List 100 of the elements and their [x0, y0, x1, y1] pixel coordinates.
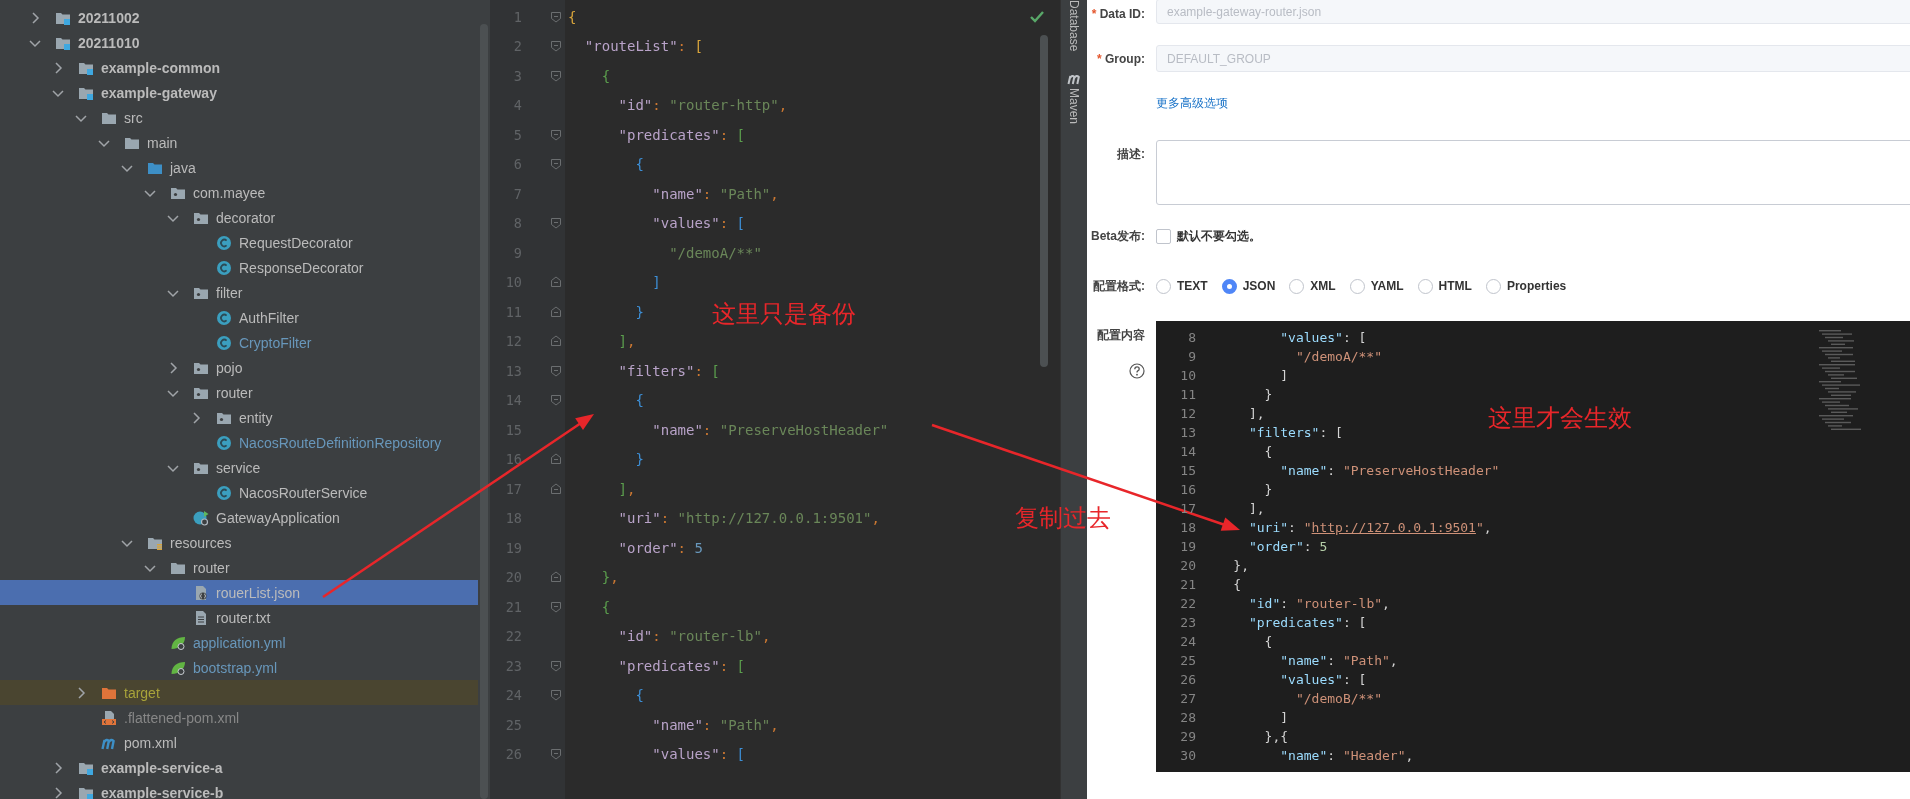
line-number: 21 [1179, 577, 1196, 592]
fold-marker-icon[interactable] [550, 276, 562, 289]
radio-button[interactable]: TEXT [1156, 278, 1208, 294]
tree-item[interactable]: bootstrap.yml [0, 655, 478, 680]
fold-marker-icon[interactable] [550, 453, 562, 466]
line-number: 25 [1179, 653, 1196, 668]
tool-window-tab[interactable]: Maven [1067, 71, 1081, 125]
line-number: 30 [1179, 748, 1196, 763]
radio-button[interactable]: YAML [1349, 278, 1404, 294]
line-number: 24 [1179, 634, 1196, 649]
code-line: "name": "Path", [1279, 653, 1398, 668]
class-icon [216, 234, 232, 251]
tree-item[interactable]: router.txt [0, 605, 478, 630]
description-field[interactable] [1156, 140, 1910, 205]
scrollbar-thumb[interactable] [480, 24, 488, 799]
line-number: 28 [1179, 710, 1196, 725]
code-line: ], [617, 333, 636, 350]
code-line: "/demoB/**" [1294, 691, 1382, 706]
fold-marker-icon[interactable] [550, 659, 562, 672]
line-number: 10 [1179, 368, 1196, 383]
code-line: "predicates": [ [1247, 615, 1367, 630]
tree-item[interactable]: 20211002 [0, 5, 478, 30]
code-line: "name": "Path", [651, 716, 779, 733]
fold-marker-icon[interactable] [550, 482, 562, 495]
fold-marker-icon[interactable] [550, 394, 562, 407]
fold-marker-icon[interactable] [550, 217, 562, 230]
tree-item[interactable]: resources [0, 530, 478, 555]
xml-file-icon [101, 709, 117, 726]
fold-marker-icon[interactable] [550, 600, 562, 613]
field-label: Group: [1105, 52, 1145, 66]
code-line: { [634, 392, 644, 409]
fold-marker-icon[interactable] [550, 571, 562, 584]
tree-item[interactable]: pom.xml [0, 730, 478, 755]
code-line: "name": "Header", [1279, 748, 1414, 763]
radio-button[interactable]: JSON [1221, 278, 1276, 294]
code-line: { [1232, 577, 1242, 592]
class-icon [216, 309, 232, 326]
code-line: "values": [ [651, 215, 745, 232]
tree-item[interactable]: example-common [0, 55, 478, 80]
radio-button[interactable]: Properties [1485, 278, 1567, 294]
line-number: 15 [1179, 463, 1196, 478]
radio-button[interactable]: HTML [1417, 278, 1472, 294]
tree-item[interactable]: target [0, 680, 478, 705]
tree-item[interactable]: src [0, 105, 478, 130]
fold-marker-icon[interactable] [550, 40, 562, 53]
class-icon [216, 434, 232, 451]
tree-item[interactable]: service [0, 455, 478, 480]
help-icon[interactable] [1129, 363, 1145, 379]
annotation-text: 这里只是备份 [712, 300, 856, 328]
tree-item[interactable]: NacosRouterService [0, 480, 478, 505]
tree-item[interactable]: ResponseDecorator [0, 255, 478, 280]
fold-marker-icon[interactable] [550, 69, 562, 82]
tree-item[interactable]: example-gateway [0, 80, 478, 105]
tree-item[interactable]: RequestDecorator [0, 230, 478, 255]
class-icon [216, 484, 232, 501]
tree-item[interactable]: GatewayApplication [0, 505, 478, 530]
fold-marker-icon[interactable] [550, 335, 562, 348]
tree-item[interactable]: example-service-a [0, 755, 478, 780]
tree-item[interactable]: CryptoFilter [0, 330, 478, 355]
annotation-text: 复制过去 [1015, 504, 1111, 532]
fold-marker-icon[interactable] [550, 158, 562, 171]
advanced-options-link[interactable]: 更多高级选项 [1156, 90, 1228, 117]
line-number: 19 [1179, 539, 1196, 554]
line-number: 27 [1179, 691, 1196, 706]
tree-item[interactable]: AuthFilter [0, 305, 478, 330]
line-number: 14 [1179, 444, 1196, 459]
tree-item[interactable]: decorator [0, 205, 478, 230]
line-number: 8 [1187, 330, 1196, 345]
checkbox[interactable] [1156, 229, 1171, 244]
fold-marker-icon[interactable] [550, 305, 562, 318]
tree-item[interactable]: pojo [0, 355, 478, 380]
tree-item[interactable]: router [0, 555, 478, 580]
tree-item[interactable]: application.yml [0, 630, 478, 655]
tree-item[interactable]: entity [0, 405, 478, 430]
code-line: } [634, 451, 644, 468]
fold-marker-icon[interactable] [550, 364, 562, 377]
fold-marker-icon[interactable] [550, 748, 562, 761]
radio-button[interactable]: XML [1289, 278, 1336, 294]
code-line: } [1263, 482, 1273, 497]
code-line: "routeList": [ [583, 38, 703, 55]
fold-marker-icon[interactable] [550, 128, 562, 141]
tree-item[interactable]: 20211010 [0, 30, 478, 55]
leaf-icon [170, 634, 186, 651]
tree-item[interactable]: filter [0, 280, 478, 305]
field-label: 描述: [1117, 147, 1145, 161]
tool-window-tab[interactable]: Database [1067, 0, 1081, 52]
tree-item[interactable]: router [0, 380, 478, 405]
code-line: "order": 5 [617, 539, 703, 556]
tree-item[interactable]: java [0, 155, 478, 180]
tree-item[interactable]: .flattened-pom.xml [0, 705, 478, 730]
code-line: }, [1232, 558, 1249, 573]
code-line: "values": [ [1279, 672, 1367, 687]
scrollbar-thumb[interactable] [1040, 35, 1048, 367]
fold-marker-icon[interactable] [550, 10, 562, 23]
fold-marker-icon[interactable] [550, 689, 562, 702]
tree-item[interactable]: NacosRouteDefinitionRepository [0, 430, 478, 455]
code-line: "id": "router-lb", [617, 628, 771, 645]
tree-item[interactable]: main [0, 130, 478, 155]
code-line: { [634, 687, 644, 704]
tree-item[interactable]: com.mayee [0, 180, 478, 205]
